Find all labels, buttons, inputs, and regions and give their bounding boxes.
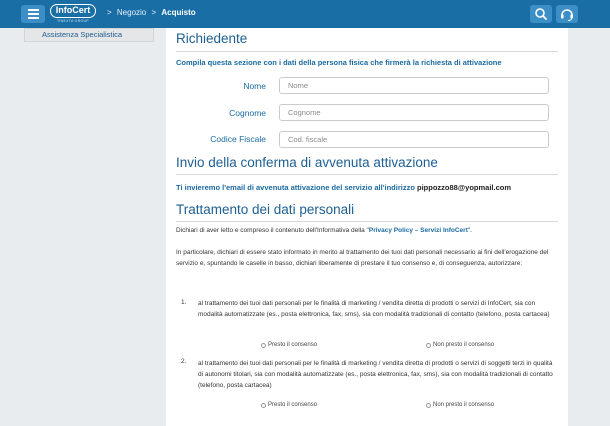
menu-icon-bar xyxy=(27,17,39,19)
main-content: Richiedente Compila questa sezione con i… xyxy=(166,28,568,426)
logo-text: InfoCert xyxy=(50,4,96,18)
infocert-logo[interactable]: InfoCert TINEXTA GROUP xyxy=(50,4,96,24)
cognome-label: Cognome xyxy=(229,108,266,118)
sidebar-item-assistenza-specialistica[interactable]: Assistenza Specialistica xyxy=(24,28,154,42)
consent-item-number: 2. xyxy=(181,358,187,365)
consent-item-text: al trattamento dei tuoi dati personali p… xyxy=(198,300,550,318)
consent-item-text: al trattamento dei tuoi dati personali p… xyxy=(198,360,553,389)
radio-label: Presto il consenso xyxy=(268,342,318,348)
conferma-email: pippozzo88@yopmail.com xyxy=(417,183,512,192)
breadcrumb-separator: > xyxy=(107,8,112,17)
consent-2-no-radio[interactable]: Non presto il consenso xyxy=(426,402,494,408)
radio-label: Non presto il consenso xyxy=(433,342,495,348)
search-button[interactable] xyxy=(530,5,552,23)
search-icon xyxy=(535,8,547,20)
consent-1-yes-radio[interactable]: Presto il consenso xyxy=(261,342,317,348)
menu-button[interactable] xyxy=(21,5,45,23)
richiedente-intro: Compila questa sezione con i dati della … xyxy=(176,58,502,67)
codice-fiscale-label: Codice Fiscale xyxy=(210,134,266,144)
section-title-richiedente: Richiedente xyxy=(176,31,248,46)
consent-intro-paragraph: In particolare, dichiari di essere stato… xyxy=(176,249,549,267)
headset-icon xyxy=(561,9,573,21)
conferma-message: Ti invieremo l'email di avvenuta attivaz… xyxy=(176,183,415,192)
privacy-text-end: ". xyxy=(467,227,472,234)
breadcrumb-acquisto: Acquisto xyxy=(161,8,196,17)
section-title-conferma: Invio della conferma di avvenuta attivaz… xyxy=(176,155,438,170)
privacy-policy-link[interactable]: Privacy Policy – Servizi InfoCert xyxy=(369,227,468,234)
radio-button[interactable] xyxy=(426,342,431,348)
conferma-text: Ti invieremo l'email di avvenuta attivaz… xyxy=(176,183,511,192)
support-button[interactable] xyxy=(556,5,578,23)
nome-label: Nome xyxy=(243,81,266,91)
consent-1-no-radio[interactable]: Non presto il consenso xyxy=(426,342,494,348)
logo-subtext: TINEXTA GROUP xyxy=(56,19,90,23)
privacy-text: Dichiari di aver letto e compreso il con… xyxy=(176,227,369,234)
radio-button[interactable] xyxy=(261,342,266,348)
nome-input[interactable] xyxy=(279,77,549,94)
menu-icon xyxy=(27,9,39,11)
divider xyxy=(176,174,558,175)
breadcrumb-negozio[interactable]: Negozio xyxy=(117,8,146,17)
divider xyxy=(176,51,558,52)
radio-label: Non presto il consenso xyxy=(433,402,495,408)
divider xyxy=(176,221,558,222)
radio-button[interactable] xyxy=(261,402,266,408)
breadcrumb-separator: > xyxy=(151,8,157,17)
top-navigation-bar: InfoCert TINEXTA GROUP > Negozio > Acqui… xyxy=(0,0,610,28)
radio-button[interactable] xyxy=(426,402,431,408)
menu-icon-bar xyxy=(27,13,39,15)
cognome-input[interactable] xyxy=(279,104,549,121)
consent-item-number: 1. xyxy=(181,299,187,306)
radio-label: Presto il consenso xyxy=(268,402,318,408)
consent-2-yes-radio[interactable]: Presto il consenso xyxy=(261,402,317,408)
breadcrumb: > Negozio > Acquisto xyxy=(104,8,196,17)
codice-fiscale-input[interactable] xyxy=(279,131,549,148)
privacy-paragraph: Dichiari di aver letto e compreso il con… xyxy=(176,226,556,237)
section-title-trattamento: Trattamento dei dati personali xyxy=(176,202,355,217)
